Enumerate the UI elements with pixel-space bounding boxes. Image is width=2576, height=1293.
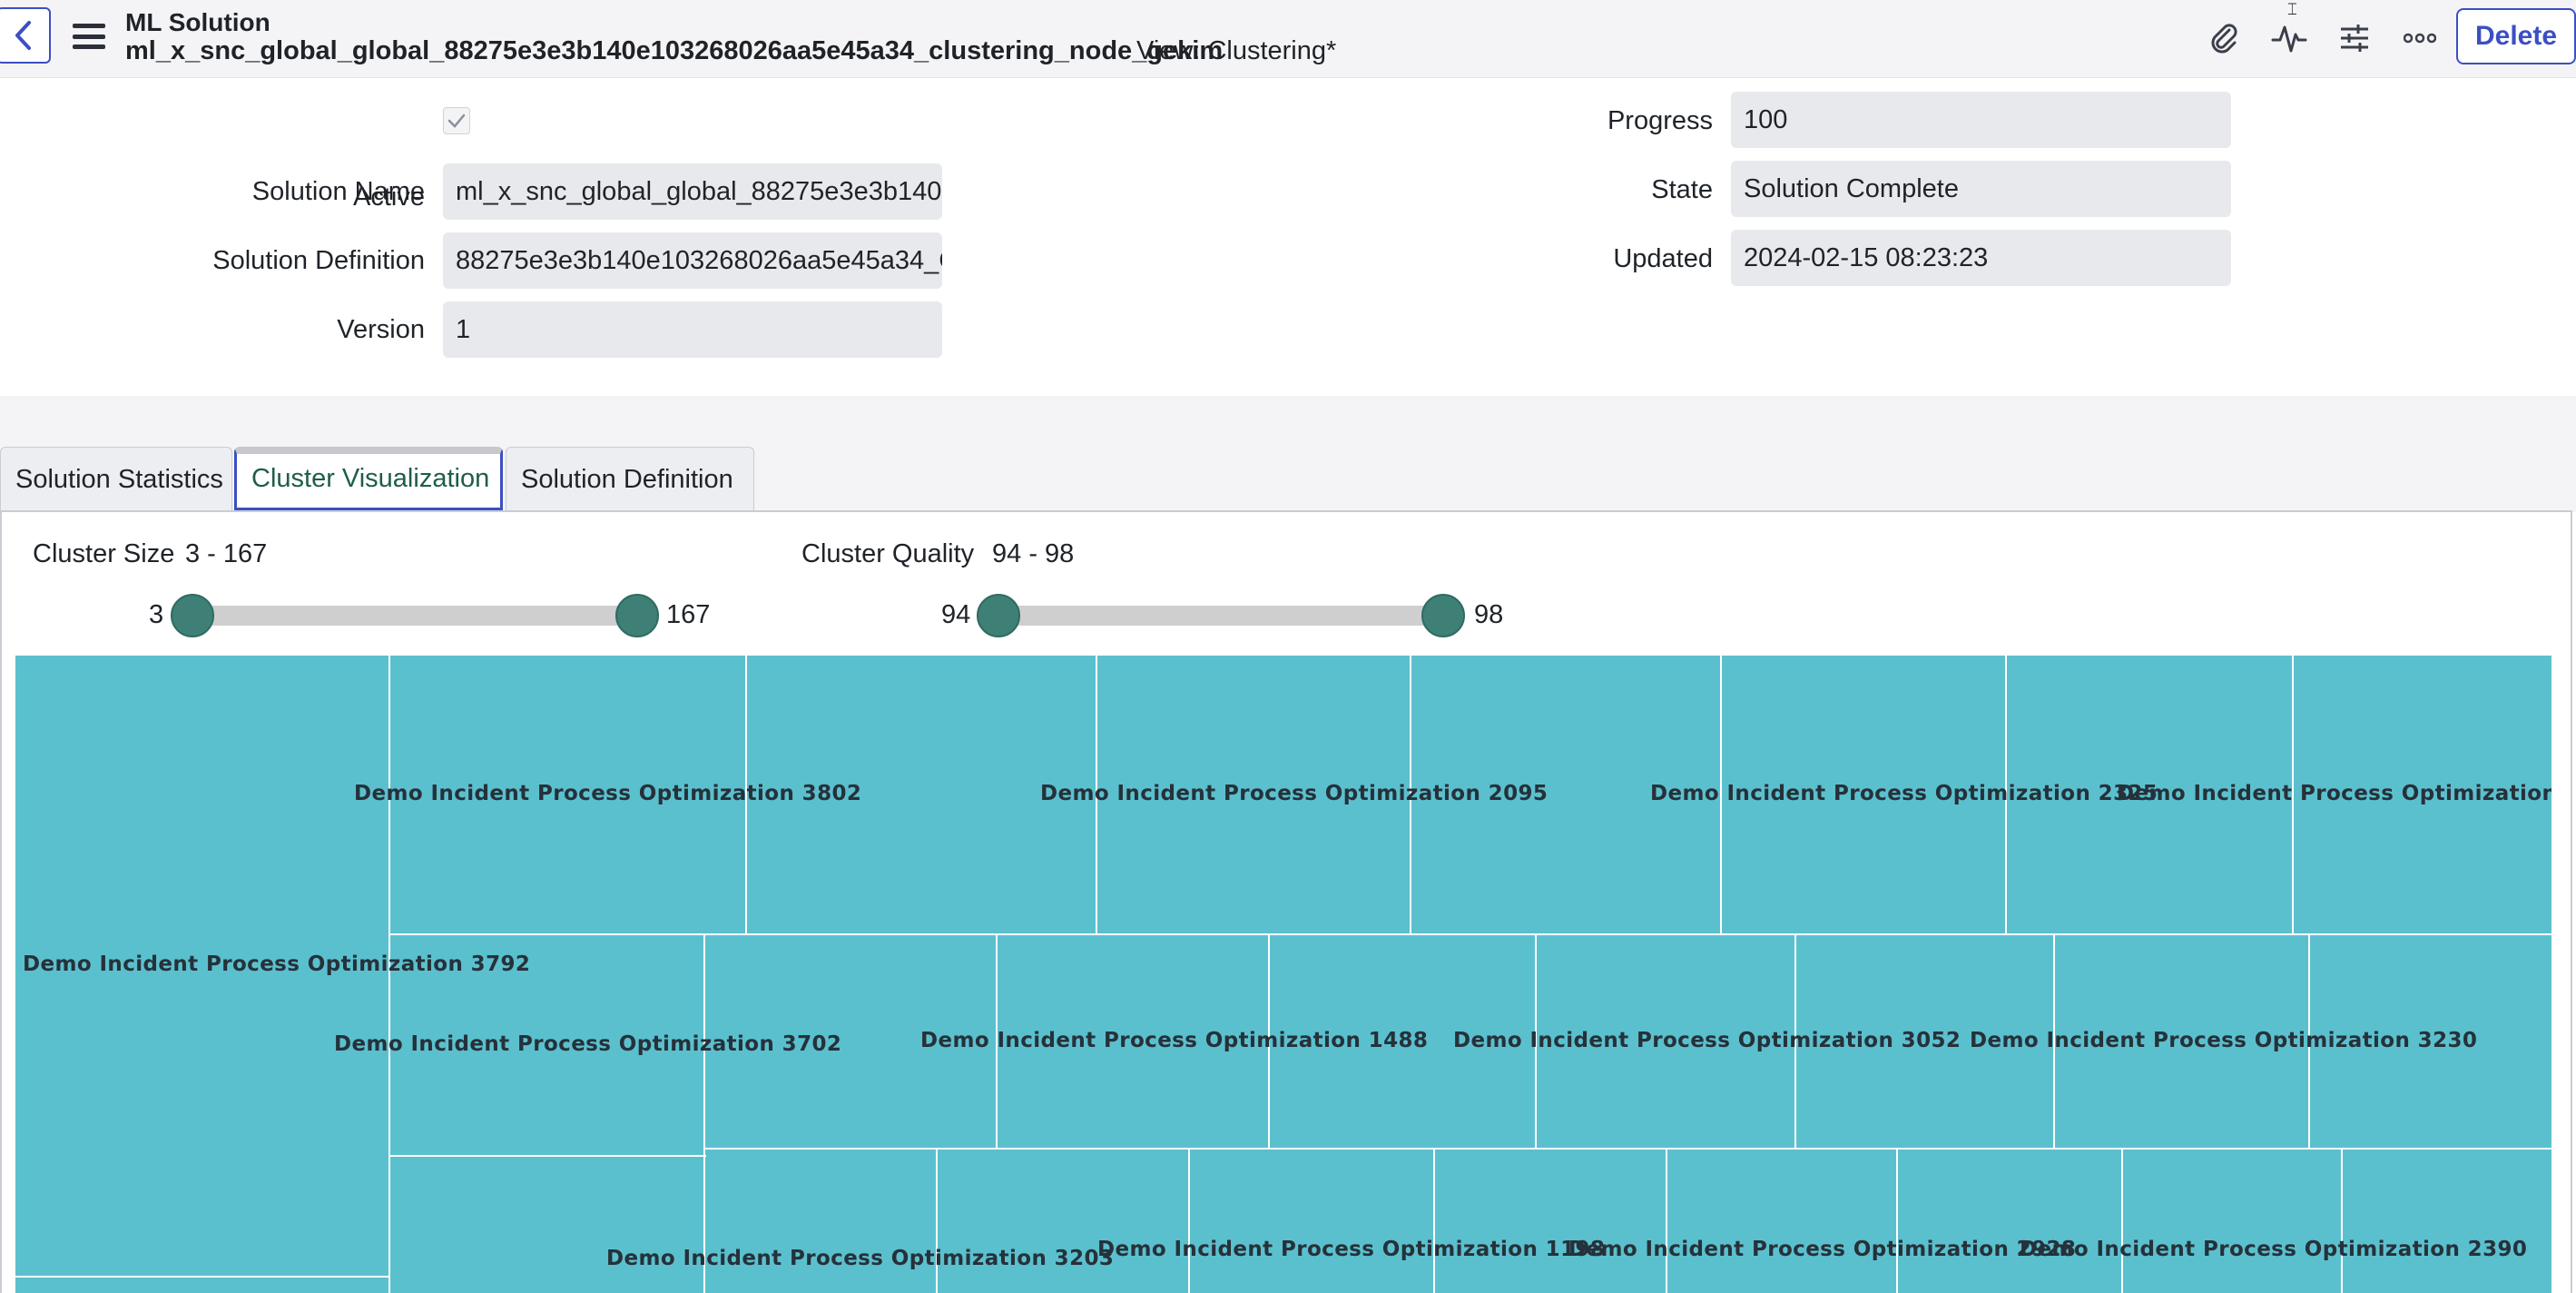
- treemap-divider: [1896, 1148, 1898, 1293]
- back-chevron-icon: [15, 21, 31, 50]
- cluster-label[interactable]: Demo Incident Process Optimization 3052: [1453, 1029, 1961, 1052]
- record-name: ml_x_snc_global_global_88275e3e3b140e103…: [125, 36, 1224, 65]
- cluster-quality-max: 98: [1474, 600, 1504, 629]
- updated-field[interactable]: 2024-02-15 08:23:23: [1731, 230, 2231, 286]
- treemap-divider: [703, 1148, 2551, 1150]
- progress-label: Progress: [1607, 106, 1713, 135]
- treemap-divider: [703, 933, 705, 1293]
- progress-field[interactable]: 100: [1731, 92, 2231, 148]
- treemap-divider: [1666, 1148, 1667, 1293]
- text-cursor-icon: ⌶: [2287, 0, 2297, 18]
- version-label: Version: [337, 315, 425, 344]
- cluster-size-max-handle[interactable]: [615, 594, 659, 637]
- cluster-label[interactable]: Demo Incident Process Optimization 3802: [354, 782, 861, 805]
- treemap-divider: [15, 1276, 388, 1278]
- delete-button[interactable]: Delete: [2456, 8, 2576, 64]
- hamburger-menu-icon[interactable]: [71, 20, 107, 53]
- treemap-divider: [388, 1155, 706, 1157]
- cluster-label[interactable]: Demo Incident Process Optimization 2095: [1040, 782, 1548, 805]
- checkmark-icon: [447, 114, 466, 128]
- cluster-label[interactable]: Demo Incident Process Optimization 3753: [2117, 782, 2551, 805]
- solution-name-label: Solution Name: [251, 177, 425, 206]
- cluster-label[interactable]: Demo Incident Process Optimization 2928: [1568, 1238, 2076, 1261]
- cluster-label[interactable]: Demo Incident Process Optimization 2325: [1650, 782, 2158, 805]
- cluster-label[interactable]: Demo Incident Process Optimization 3702: [334, 1032, 841, 1056]
- active-checkbox[interactable]: [443, 107, 470, 134]
- version-field[interactable]: 1: [443, 301, 942, 358]
- back-button[interactable]: [0, 7, 51, 64]
- cluster-size-label: Cluster Size: [33, 539, 175, 568]
- form-header: ML Solution ml_x_snc_global_global_88275…: [0, 0, 2576, 78]
- cluster-quality-min: 94: [941, 600, 971, 629]
- cluster-size-range: 3 - 167: [185, 539, 268, 568]
- cluster-label[interactable]: Demo Incident Process Optimization 3792: [23, 952, 530, 976]
- sliders-settings-icon[interactable]: [2333, 16, 2376, 60]
- tab-solution-statistics[interactable]: Solution Statistics: [0, 447, 232, 510]
- treemap-divider: [388, 933, 2551, 935]
- solution-name-field[interactable]: ml_x_snc_global_global_88275e3e3b140e1: [443, 163, 942, 220]
- cluster-treemap[interactable]: Demo Incident Process Optimization 3792 …: [15, 656, 2551, 1293]
- cluster-size-max: 167: [666, 600, 711, 629]
- tab-solution-definition[interactable]: Solution Definition: [506, 447, 754, 510]
- cluster-label[interactable]: Demo Incident Process Optimization 1198: [1097, 1238, 1605, 1261]
- cluster-quality-range: 94 - 98: [992, 539, 1075, 568]
- treemap-divider: [2121, 1148, 2123, 1293]
- cluster-size-min: 3: [149, 600, 164, 629]
- cluster-label[interactable]: Demo Incident Process Optimization 2390: [2020, 1238, 2527, 1261]
- solution-definition-label: Solution Definition: [212, 246, 425, 275]
- treemap-divider: [936, 1148, 938, 1293]
- activity-pulse-icon[interactable]: [2267, 16, 2311, 60]
- paperclip-icon[interactable]: [2202, 16, 2246, 60]
- treemap-divider: [2341, 1148, 2343, 1293]
- treemap-divider: [1433, 1148, 1435, 1293]
- cluster-quality-min-handle[interactable]: [977, 594, 1020, 637]
- cluster-size-slider-track[interactable]: [192, 606, 637, 626]
- cluster-label[interactable]: Demo Incident Process Optimization 3203: [606, 1247, 1114, 1270]
- updated-label: Updated: [1613, 244, 1713, 273]
- header-title: ML Solution: [125, 8, 270, 36]
- more-options-icon[interactable]: [2398, 16, 2442, 60]
- tab-cluster-visualization[interactable]: Cluster Visualization: [234, 447, 503, 510]
- cluster-quality-slider-track[interactable]: [998, 606, 1443, 626]
- state-field[interactable]: Solution Complete: [1731, 161, 2231, 217]
- state-label: State: [1651, 175, 1713, 204]
- cluster-size-min-handle[interactable]: [171, 594, 214, 637]
- view-selector[interactable]: View: Clustering*: [1136, 35, 1336, 67]
- treemap-divider: [1188, 1148, 1190, 1293]
- record-form: Active Solution Name ml_x_snc_global_glo…: [0, 78, 2576, 396]
- solution-definition-field[interactable]: 88275e3e3b140e103268026aa5e45a34_C: [443, 232, 942, 289]
- cluster-quality-label: Cluster Quality: [801, 539, 975, 568]
- cluster-quality-max-handle[interactable]: [1421, 594, 1465, 637]
- cluster-label[interactable]: Demo Incident Process Optimization 3230: [1970, 1029, 2477, 1052]
- cluster-label[interactable]: Demo Incident Process Optimization 1488: [920, 1029, 1428, 1052]
